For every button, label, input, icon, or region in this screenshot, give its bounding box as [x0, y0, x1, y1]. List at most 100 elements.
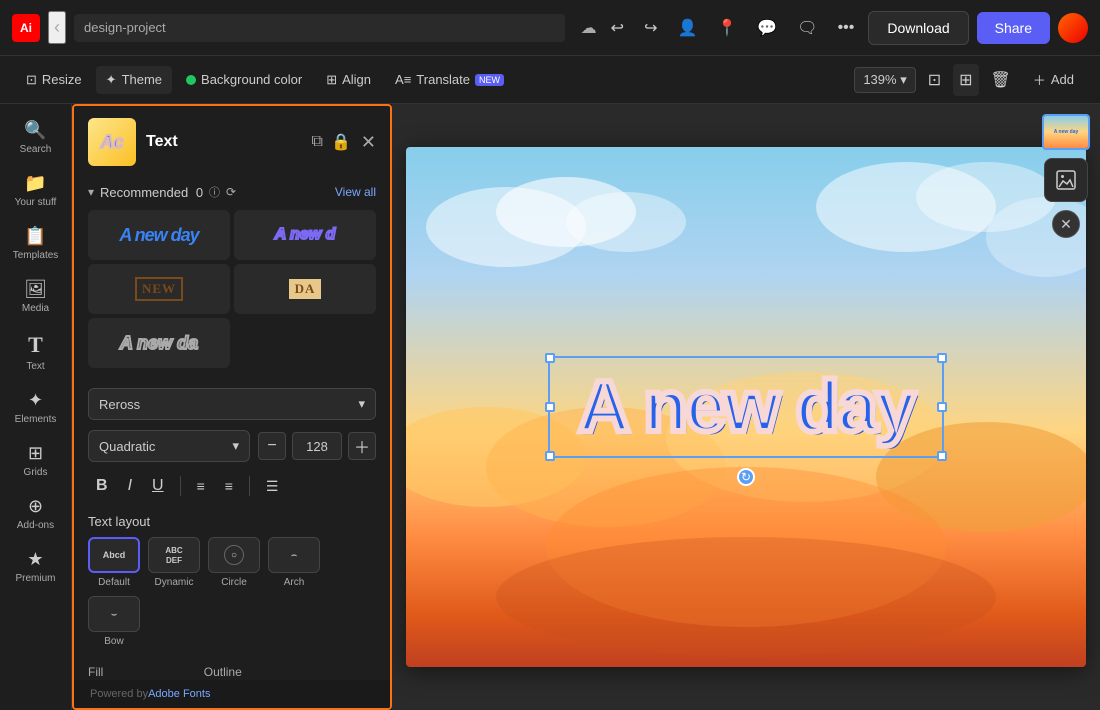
location-button[interactable]: 📍 — [711, 12, 743, 44]
theme-button[interactable]: ✦ Theme — [96, 66, 172, 94]
cloud-icon: ☁ — [581, 18, 597, 38]
sidebar-item-your-stuff[interactable]: 📁 Your stuff — [4, 165, 68, 216]
bg-color-button[interactable]: Background color — [176, 66, 312, 93]
underline-button[interactable]: U — [144, 472, 172, 500]
panel-title: Text — [146, 133, 302, 151]
line-spacing-button[interactable]: ☰ — [258, 473, 287, 500]
refresh-icon[interactable]: ⟳ — [226, 185, 236, 199]
layout-arch-thumb: ⌢ — [268, 537, 320, 573]
addons-icon: ⊕ — [28, 496, 43, 517]
canvas-close-button[interactable]: ✕ — [1052, 210, 1080, 238]
panel-icon: Ac — [88, 118, 136, 166]
outline-label: Outline — [204, 665, 242, 679]
app-logo: Ai — [12, 14, 40, 42]
panel-scroll: ▾ Recommended 0 ⓘ ⟳ View all A new day A… — [74, 178, 390, 680]
download-button[interactable]: Download — [868, 11, 968, 45]
font-family-select[interactable]: Reross ▾ — [88, 388, 376, 420]
align-icon: ⊞ — [326, 72, 337, 88]
recommended-section-header: ▾ Recommended 0 ⓘ ⟳ View all — [74, 178, 390, 206]
style-size-row: Quadratic ▾ − ＋ — [88, 430, 376, 462]
font-select-row: Reross ▾ — [88, 388, 376, 420]
layout-default-label: Default — [98, 577, 130, 588]
text-style-thumb-1[interactable]: A new day — [88, 210, 230, 260]
right-mini-panel: A new day ✕ — [1042, 114, 1090, 238]
italic-button[interactable]: I — [120, 472, 140, 500]
layout-default[interactable]: Abcd Default — [88, 537, 140, 588]
zoom-button[interactable]: 139% ▾ — [854, 67, 915, 93]
undo-button[interactable]: ↩ — [605, 12, 630, 44]
increase-size-button[interactable]: ＋ — [348, 432, 376, 460]
chat-button[interactable]: 🗨 — [791, 12, 823, 44]
trash-button[interactable]: 🗑 — [985, 64, 1017, 96]
layout-bow-thumb: ⌣ — [88, 596, 140, 632]
text-style-thumb-5[interactable]: A new da — [88, 318, 230, 368]
sidebar-item-addons[interactable]: ⊕ Add-ons — [4, 488, 68, 539]
sidebar-item-media[interactable]: 🖼 Media — [4, 271, 68, 322]
layout-arch-label: Arch — [284, 577, 305, 588]
text-style-thumb-3[interactable]: NEW — [88, 264, 230, 314]
align-center-button[interactable]: ≡ — [217, 473, 241, 499]
layout-circle[interactable]: ○ Circle — [208, 537, 260, 588]
sidebar-item-search[interactable]: 🔍 Search — [4, 112, 68, 163]
back-button[interactable]: ‹ — [48, 11, 66, 44]
lock-icon: 🔒 — [331, 132, 351, 152]
user-avatar[interactable] — [1058, 13, 1088, 43]
layout-dynamic-label: Dynamic — [155, 577, 194, 588]
text-style-thumb-4[interactable]: DA — [234, 264, 376, 314]
sidebar-item-elements[interactable]: ✦ Elements — [4, 382, 68, 433]
resize-button[interactable]: ⊡ Resize — [16, 66, 92, 94]
more-button[interactable]: ••• — [832, 13, 861, 43]
bold-button[interactable]: B — [88, 472, 116, 500]
layout-bow[interactable]: ⌣ Bow — [88, 596, 140, 647]
comment-button[interactable]: 💬 — [751, 12, 783, 44]
text-style-thumb-2[interactable]: A new d — [234, 210, 376, 260]
translate-button[interactable]: A≡ Translate NEW — [385, 66, 514, 93]
section-collapse-icon[interactable]: ▾ — [88, 185, 94, 199]
people-button[interactable]: 👤 — [671, 12, 703, 44]
canvas-thumbnail[interactable]: A new day — [1042, 114, 1090, 150]
font-size-row: − ＋ — [258, 430, 376, 462]
sidebar-item-grids[interactable]: ⊞ Grids — [4, 435, 68, 486]
adobe-fonts-link[interactable]: Adobe Fonts — [148, 688, 210, 700]
media-icon: 🖼 — [24, 279, 47, 300]
sidebar-item-text[interactable]: T Text — [4, 324, 68, 380]
info-icon: ⓘ — [209, 184, 220, 200]
add-button[interactable]: ＋ Add — [1023, 64, 1084, 95]
copy-icon: ⧉ — [312, 133, 323, 151]
decrease-size-button[interactable]: − — [258, 432, 286, 460]
font-controls: Reross ▾ Quadratic ▾ − ＋ — [74, 380, 390, 680]
font-size-input[interactable] — [292, 432, 342, 460]
share-button[interactable]: Share — [977, 12, 1050, 44]
sidebar-item-templates[interactable]: 📋 Templates — [4, 218, 68, 269]
panel-header: Ac Text ⧉ 🔒 ✕ — [74, 106, 390, 178]
color-row: Fill ⇄ Outline — [88, 657, 376, 680]
layout-arch[interactable]: ⌢ Arch — [268, 537, 320, 588]
view-all-link[interactable]: View all — [335, 185, 376, 199]
sidebar-item-premium[interactable]: ★ Premium — [4, 541, 68, 592]
layout-circle-thumb: ○ — [208, 537, 260, 573]
panel-close-button[interactable]: ✕ — [361, 132, 376, 153]
image-frame-icon — [1054, 168, 1078, 192]
align-button[interactable]: ⊞ Align — [316, 66, 381, 94]
align-left-button[interactable]: ≡ — [189, 473, 213, 499]
grid-button[interactable]: ⊞ — [953, 64, 978, 96]
folder-icon: 📁 — [24, 173, 46, 194]
add-frame-button[interactable] — [1044, 158, 1088, 202]
layout-dynamic-thumb: ABCDEF — [148, 537, 200, 573]
text-element[interactable]: A new day ↻ — [558, 366, 933, 448]
view-toggle-button[interactable]: ⊡ — [922, 64, 947, 96]
outline-group: Outline — [204, 665, 242, 680]
panel-header-icons: ⧉ 🔒 — [312, 132, 351, 152]
main-area: 🔍 Search 📁 Your stuff 📋 Templates 🖼 Medi… — [0, 104, 1100, 710]
premium-icon: ★ — [27, 549, 43, 570]
fill-group: Fill — [88, 665, 124, 680]
redo-button[interactable]: ↪ — [638, 12, 663, 44]
toolbar2: ⊡ Resize ✦ Theme Background color ⊞ Alig… — [0, 56, 1100, 104]
elements-icon: ✦ — [28, 390, 43, 411]
layout-dynamic[interactable]: ABCDEF Dynamic — [148, 537, 200, 588]
text-style-thumbnails: A new day A new d NEW DA A new da — [74, 206, 390, 380]
powered-by-text: Powered by — [90, 688, 148, 700]
layout-default-thumb: Abcd — [88, 537, 140, 573]
font-style-select[interactable]: Quadratic ▾ — [88, 430, 250, 462]
format-divider-2 — [249, 476, 250, 496]
